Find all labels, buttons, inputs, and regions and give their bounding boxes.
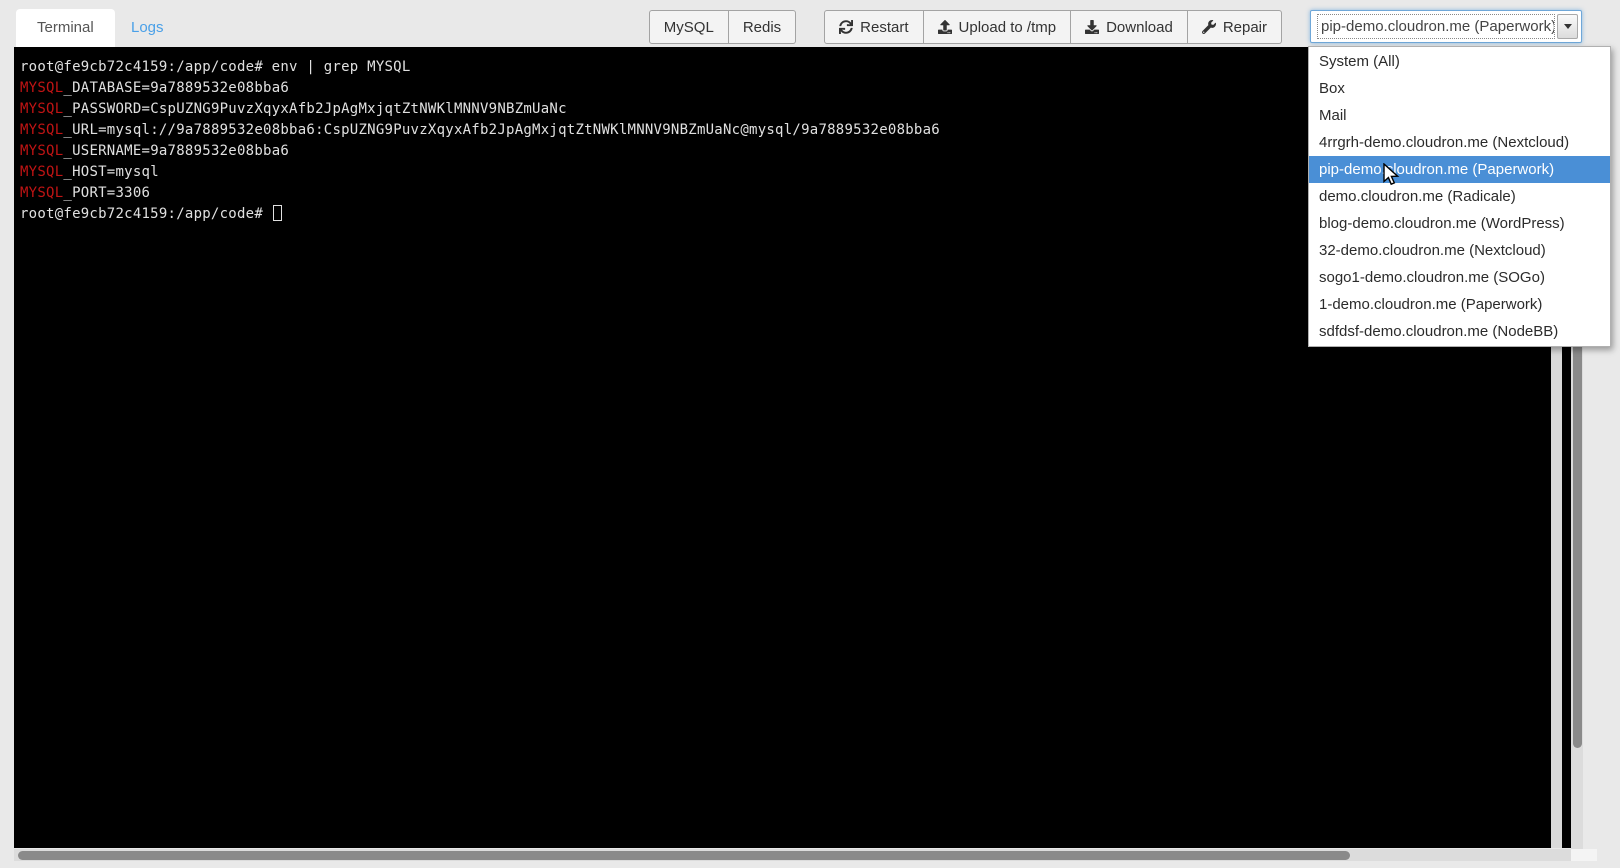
upload-icon	[938, 20, 952, 34]
repair-button-label: Repair	[1223, 19, 1267, 36]
dropdown-option[interactable]: sdfdsf-demo.cloudron.me (NodeBB)	[1309, 318, 1610, 345]
horizontal-scrollbar-thumb[interactable]	[18, 851, 1350, 860]
caret-down-icon[interactable]	[1557, 14, 1578, 39]
dropdown-option[interactable]: sogo1-demo.cloudron.me (SOGo)	[1309, 264, 1610, 291]
download-button-label: Download	[1106, 19, 1173, 36]
dropdown-option[interactable]: System (All)	[1309, 48, 1610, 75]
refresh-icon	[839, 20, 853, 34]
dropdown-option[interactable]: blog-demo.cloudron.me (WordPress)	[1309, 210, 1610, 237]
tab-terminal[interactable]: Terminal	[16, 9, 115, 47]
dropdown-option[interactable]: Box	[1309, 75, 1610, 102]
toolbar: MySQL Redis Restart Upload to /tmp Downl…	[649, 10, 1582, 44]
action-button-group: Restart Upload to /tmp Download Repair	[824, 10, 1282, 44]
terminal-cursor	[273, 205, 282, 221]
dropdown-option[interactable]: 1-demo.cloudron.me (Paperwork)	[1309, 291, 1610, 318]
redis-button[interactable]: Redis	[729, 10, 796, 44]
dropdown-option[interactable]: pip-demo.cloudron.me (Paperwork)	[1309, 156, 1610, 183]
db-button-group: MySQL Redis	[649, 10, 796, 44]
repair-button[interactable]: Repair	[1188, 10, 1282, 44]
wrench-icon	[1202, 20, 1216, 34]
dropdown-option[interactable]: demo.cloudron.me (Radicale)	[1309, 183, 1610, 210]
restart-button-label: Restart	[860, 19, 908, 36]
tab-logs[interactable]: Logs	[110, 9, 185, 47]
download-button[interactable]: Download	[1071, 10, 1188, 44]
header: Terminal Logs MySQL Redis Restart Upload…	[0, 0, 1620, 47]
app-select-value: pip-demo.cloudron.me (Paperwork)	[1317, 14, 1555, 39]
download-icon	[1085, 20, 1099, 34]
dropdown-option[interactable]: 32-demo.cloudron.me (Nextcloud)	[1309, 237, 1610, 264]
dropdown-option[interactable]: 4rrgrh-demo.cloudron.me (Nextcloud)	[1309, 129, 1610, 156]
mysql-button[interactable]: MySQL	[649, 10, 729, 44]
restart-button[interactable]: Restart	[824, 10, 923, 44]
app-dropdown-list: System (All)BoxMail4rrgrh-demo.cloudron.…	[1308, 46, 1611, 347]
scrollbar-corner	[1571, 849, 1597, 861]
upload-button-label: Upload to /tmp	[959, 19, 1057, 36]
upload-button[interactable]: Upload to /tmp	[924, 10, 1072, 44]
horizontal-scrollbar[interactable]	[14, 849, 1583, 861]
dropdown-option[interactable]: Mail	[1309, 102, 1610, 129]
app-select[interactable]: pip-demo.cloudron.me (Paperwork)	[1310, 10, 1582, 43]
